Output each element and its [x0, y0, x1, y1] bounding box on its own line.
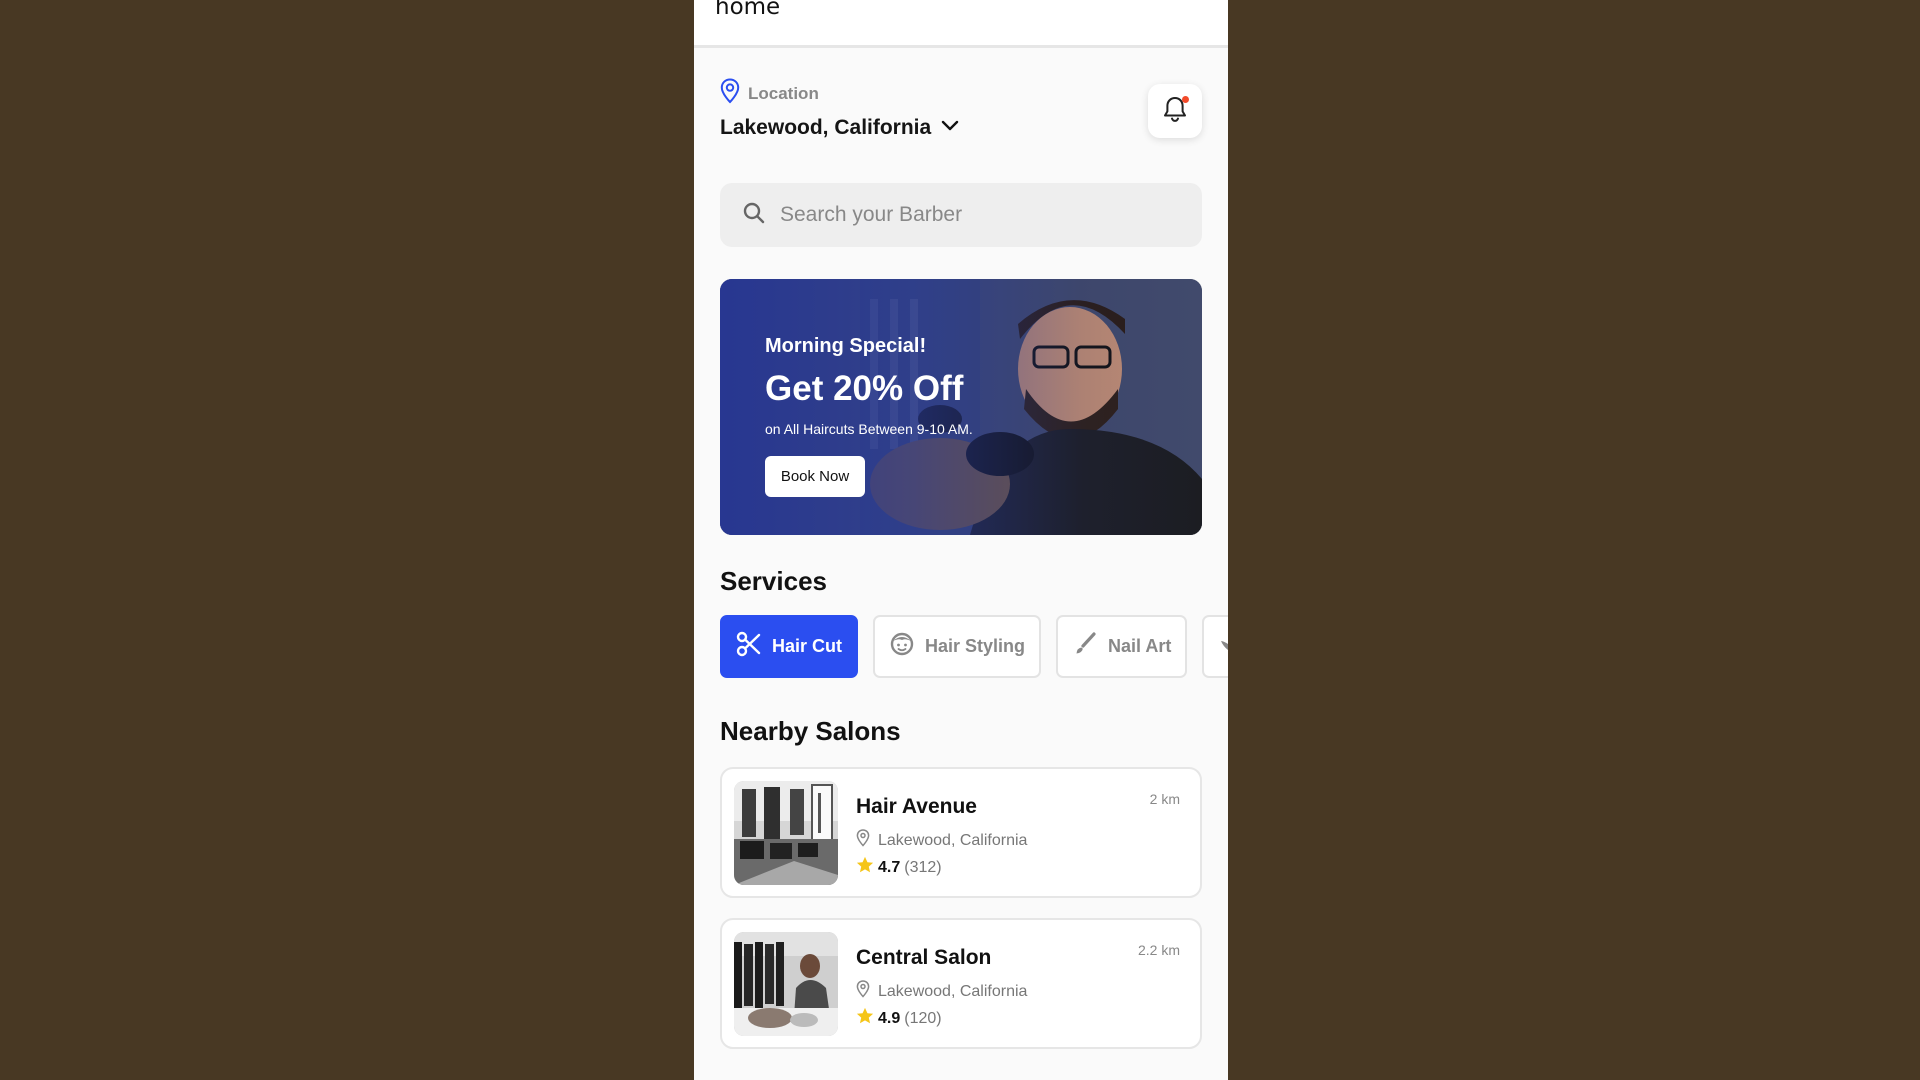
banner-title: Get 20% Off — [765, 369, 964, 408]
book-now-button[interactable]: Book Now — [765, 456, 865, 497]
salon-card[interactable]: Central Salon Lakewood, California 4.9 (… — [720, 918, 1202, 1049]
rating-value: 4.7 — [878, 858, 901, 876]
search-icon — [742, 201, 766, 230]
chevron-down-icon — [931, 119, 959, 137]
promo-banner[interactable]: Morning Special! Get 20% Off on All Hair… — [720, 279, 1202, 535]
service-label: Hair Styling — [925, 636, 1026, 656]
salon-distance: 2 km — [1149, 791, 1180, 807]
service-chip-hair-cut[interactable]: Hair Cut — [720, 615, 859, 678]
map-pin-icon — [720, 78, 740, 109]
banner-subtitle: on All Haircuts Between 9-10 AM. — [765, 421, 973, 437]
salon-photo — [734, 932, 838, 1036]
services-title: Services — [720, 566, 827, 596]
location-selector[interactable]: Lakewood, California — [720, 116, 959, 140]
star-icon — [856, 1007, 874, 1030]
brush-icon — [1072, 631, 1098, 662]
salon-address-text: Lakewood, California — [878, 982, 1028, 1000]
page-title: home — [715, 0, 781, 20]
top-bar: home — [694, 0, 1228, 48]
service-label: Nail Art — [1108, 636, 1172, 656]
star-icon — [856, 856, 874, 879]
map-pin-icon — [856, 829, 870, 852]
salon-rating: 4.9 (120) — [856, 1007, 942, 1030]
review-count: (312) — [904, 858, 942, 876]
service-chip-nail-art[interactable]: Nail Art — [1056, 615, 1188, 678]
face-icon — [889, 631, 915, 662]
service-label: Hair Cut — [772, 636, 843, 656]
service-chip-hair-styling[interactable]: Hair Styling — [873, 615, 1042, 678]
search-bar[interactable] — [720, 183, 1202, 247]
services-list: Hair Cut Hair Styling Nail Art — [720, 615, 1228, 678]
notification-button[interactable] — [1148, 84, 1202, 138]
notification-dot — [1182, 96, 1189, 103]
salon-photo — [734, 781, 838, 885]
review-count: (120) — [904, 1009, 942, 1027]
lotus-icon — [1218, 631, 1228, 662]
search-input[interactable] — [780, 203, 1180, 227]
nearby-salons-title: Nearby Salons — [720, 716, 901, 746]
map-pin-icon — [856, 980, 870, 1003]
salon-address-text: Lakewood, California — [878, 831, 1028, 849]
salon-rating: 4.7 (312) — [856, 856, 942, 879]
location-label-row: Location — [720, 78, 819, 109]
salon-distance: 2.2 km — [1137, 942, 1180, 958]
salon-name: Central Salon — [856, 946, 992, 969]
salon-name: Hair Avenue — [856, 795, 977, 818]
location-value: Lakewood, California — [720, 116, 932, 139]
location-label: Location — [748, 83, 819, 103]
phone-screen: home Location Lakewood, California Searc… — [694, 0, 1228, 1080]
salon-card[interactable]: Hair Avenue Lakewood, California 4.7 (31… — [720, 767, 1202, 898]
salon-address: Lakewood, California — [856, 980, 1027, 1003]
banner-kicker: Morning Special! — [765, 335, 927, 357]
salon-address: Lakewood, California — [856, 829, 1027, 852]
rating-value: 4.9 — [878, 1009, 901, 1027]
service-chip-spa[interactable] — [1202, 615, 1228, 678]
scissors-icon — [736, 631, 762, 662]
